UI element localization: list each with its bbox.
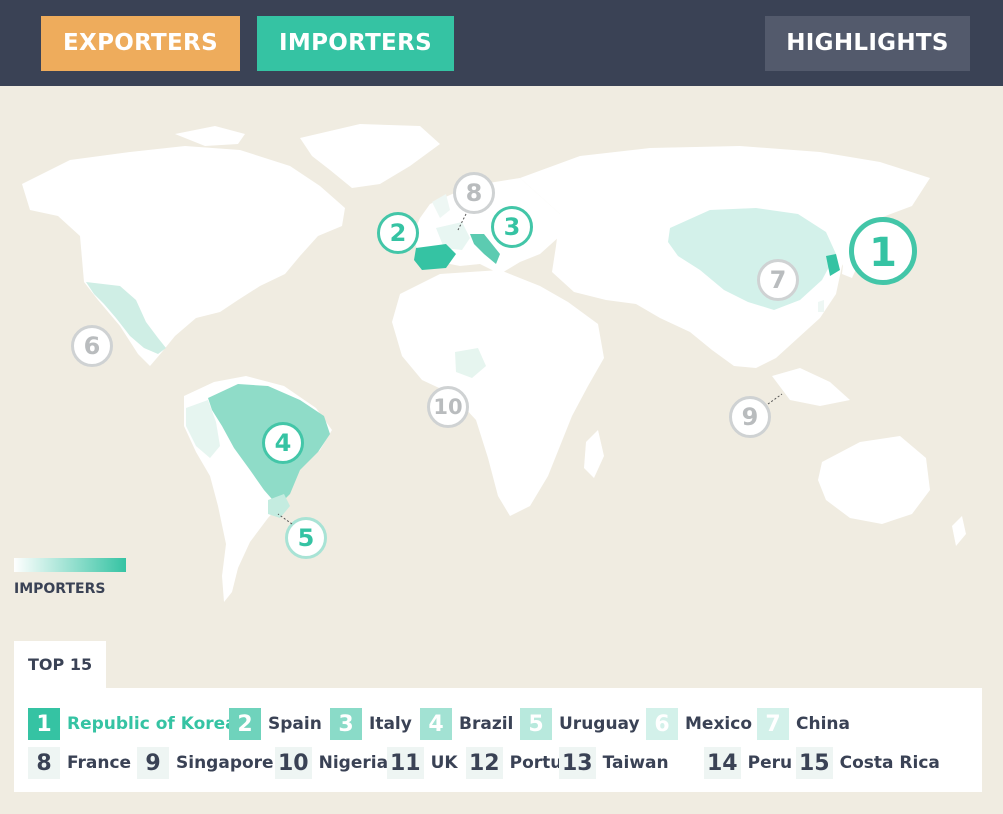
australia[interactable]	[818, 436, 930, 524]
rank-item-14[interactable]: 14 Peru	[704, 747, 792, 779]
north-america[interactable]	[22, 146, 345, 366]
rank-item-2[interactable]: 2 Spain	[229, 708, 322, 740]
rank-item-9[interactable]: 9 Singapore	[137, 747, 274, 779]
rank-country-name: Uruguay	[559, 714, 640, 734]
rank-item-13[interactable]: 13 Taiwan	[559, 747, 669, 779]
rank-item-4[interactable]: 4 Brazil	[420, 708, 513, 740]
rank-number: 15	[796, 747, 833, 779]
rank-number: 13	[559, 747, 596, 779]
rank-item-10[interactable]: 10 Nigeria	[275, 747, 388, 779]
top-bar: EXPORTERS IMPORTERS HIGHLIGHTS	[0, 0, 1003, 86]
map-marker-6[interactable]: 6	[71, 325, 113, 367]
rank-item-6[interactable]: 6 Mexico	[646, 708, 752, 740]
southeast-asia-islands[interactable]	[772, 368, 850, 406]
rank-country-name: Nigeria	[318, 753, 389, 773]
rank-number: 5	[520, 708, 552, 740]
rank-number: 2	[229, 708, 261, 740]
rank-country-name: Mexico	[685, 714, 752, 734]
top15-title: TOP 15	[14, 641, 106, 689]
rank-item-1[interactable]: 1 Republic of Korea	[28, 708, 237, 740]
rank-number: 8	[28, 747, 60, 779]
rank-country-name: Costa Rica	[839, 753, 940, 773]
legend-label: IMPORTERS	[14, 581, 106, 597]
rank-country-name: Republic of Korea	[67, 714, 237, 734]
country-taiwan[interactable]	[818, 300, 824, 312]
map-marker-4[interactable]: 4	[262, 422, 304, 464]
rank-country-name: Brazil	[459, 714, 514, 734]
rank-item-7[interactable]: 7 China	[757, 708, 850, 740]
map-marker-8[interactable]: 8	[453, 172, 495, 214]
rank-number: 14	[704, 747, 741, 779]
rank-country-name: UK	[430, 753, 458, 773]
rank-item-8[interactable]: 8 France	[28, 747, 131, 779]
map-marker-2[interactable]: 2	[377, 212, 419, 254]
arctic-islands[interactable]	[175, 126, 245, 146]
legend-gradient-bar	[14, 558, 126, 572]
rank-country-name: France	[67, 753, 132, 773]
map-marker-3[interactable]: 3	[491, 206, 533, 248]
tab-exporters[interactable]: EXPORTERS	[41, 16, 240, 71]
tab-importers[interactable]: IMPORTERS	[257, 16, 454, 71]
rank-number: 7	[757, 708, 789, 740]
rank-country-name: Spain	[268, 714, 322, 734]
madagascar[interactable]	[584, 430, 604, 478]
tab-highlights[interactable]: HIGHLIGHTS	[765, 16, 970, 71]
world-map-area: 1 2 3 4 5 6 7 8 9 10 IMPORTERS TOP 15 1R…	[0, 86, 1003, 814]
greenland[interactable]	[300, 124, 440, 188]
top15-panel: 1 Republic of Korea 2 Spain 3 Italy 4 Brazil 5 Ur…	[14, 688, 982, 792]
map-marker-1[interactable]: 1	[849, 217, 917, 285]
rank-number: 1	[28, 708, 60, 740]
map-marker-7[interactable]: 7	[757, 259, 799, 301]
rank-number: 6	[646, 708, 678, 740]
rank-number: 10	[275, 747, 312, 779]
rank-number: 9	[137, 747, 169, 779]
rank-item-3[interactable]: 3 Italy	[330, 708, 412, 740]
rank-country-name: Italy	[369, 714, 412, 734]
map-marker-9[interactable]: 9	[729, 396, 771, 438]
new-zealand[interactable]	[952, 516, 966, 546]
country-spain[interactable]	[414, 244, 456, 270]
rank-item-15[interactable]: 15 Costa Rica	[796, 747, 940, 779]
map-marker-10[interactable]: 10	[427, 386, 469, 428]
africa[interactable]	[392, 270, 604, 516]
rank-number: 3	[330, 708, 362, 740]
map-marker-5[interactable]: 5	[285, 517, 327, 559]
rank-item-5[interactable]: 5 Uruguay	[520, 708, 640, 740]
rank-number: 11	[387, 747, 424, 779]
rank-item-11[interactable]: 11 UK	[387, 747, 458, 779]
rank-country-name: Peru	[747, 753, 793, 773]
rank-country-name: China	[796, 714, 850, 734]
rank-country-name: Taiwan	[602, 753, 669, 773]
rank-country-name: Singapore	[176, 753, 274, 773]
rank-number: 4	[420, 708, 452, 740]
rank-number: 12	[466, 747, 503, 779]
